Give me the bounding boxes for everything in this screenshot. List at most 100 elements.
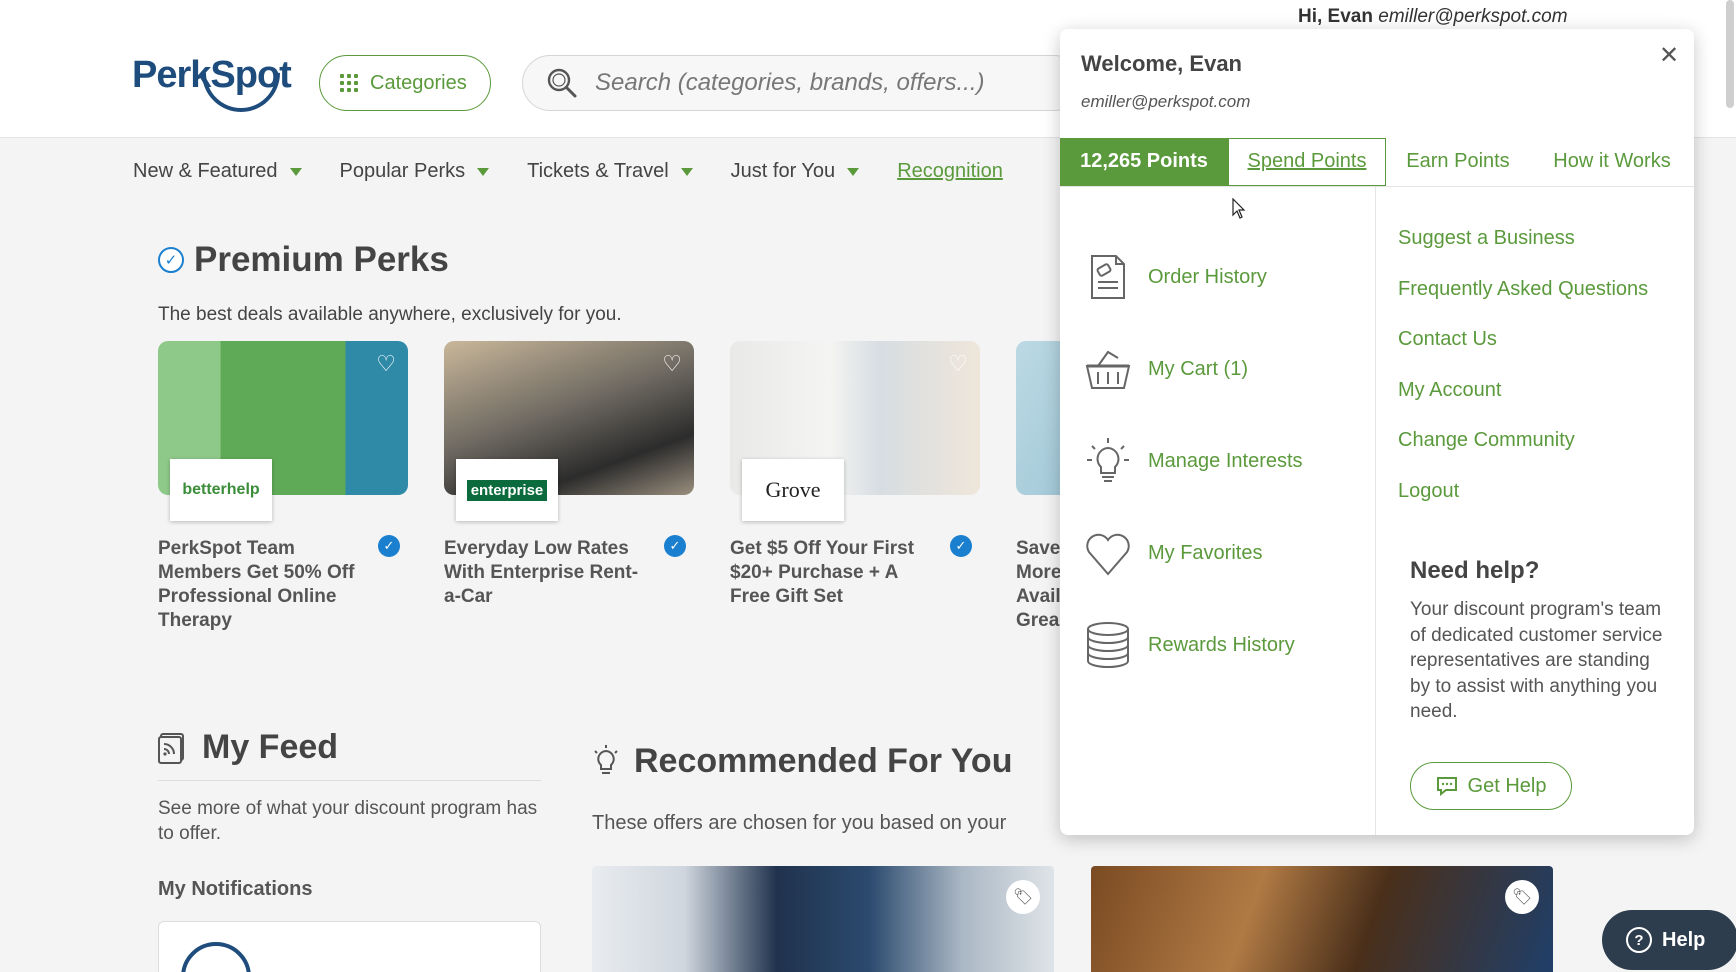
feed-icon	[158, 732, 184, 764]
recommended-card-scrubs[interactable]: 🏷	[592, 866, 1054, 972]
check-badge-icon: ✓	[158, 247, 184, 273]
contact-us-link[interactable]: Contact Us	[1398, 328, 1648, 379]
nav-popular-perks[interactable]: Popular Perks	[340, 160, 490, 183]
account-menu-left: Order History My Cart (1) Manage Interes…	[1084, 231, 1303, 691]
search-input[interactable]	[595, 69, 1055, 97]
main-nav: New & Featured Popular Perks Tickets & T…	[133, 160, 1003, 183]
mouse-cursor-icon	[1232, 198, 1246, 219]
verified-check-icon: ✓	[950, 535, 972, 557]
how-it-works-tab[interactable]: How it Works	[1530, 138, 1694, 186]
help-button-label: Help	[1662, 928, 1706, 951]
tag-icon[interactable]: 🏷	[1006, 880, 1040, 914]
account-dropdown: Welcome, Evan emiller@perkspot.com ✕ 12,…	[1060, 29, 1694, 835]
basket-icon	[1085, 350, 1131, 389]
nav-just-for-you[interactable]: Just for You	[731, 160, 860, 183]
categories-label: Categories	[370, 71, 467, 94]
menu-label: Order History	[1148, 265, 1267, 288]
greeting-email: emiller@perkspot.com	[1378, 6, 1568, 27]
my-feed-title: My Feed	[202, 728, 339, 766]
question-icon: ?	[1626, 927, 1652, 953]
divider	[1375, 187, 1376, 835]
heart-icon[interactable]: ♡	[662, 353, 682, 375]
perk-title: Get $5 Off Your First $20+ Purchase + A …	[730, 538, 915, 607]
menu-label: Manage Interests	[1148, 449, 1303, 472]
help-button[interactable]: ? Help	[1602, 910, 1736, 970]
perk-card-enterprise[interactable]: ♡ enterprise ✓ Everyday Low Rates With E…	[444, 341, 694, 609]
my-account-link[interactable]: My Account	[1398, 379, 1648, 430]
verified-check-icon: ✓	[664, 535, 686, 557]
coins-stack-icon	[1087, 622, 1129, 668]
lightbulb-icon	[1087, 438, 1129, 482]
heart-icon[interactable]: ♡	[376, 353, 396, 375]
menu-order-history[interactable]: Order History	[1084, 231, 1303, 323]
faq-link[interactable]: Frequently Asked Questions	[1398, 278, 1648, 329]
receipt-icon	[1091, 255, 1125, 299]
search-icon	[547, 68, 577, 98]
earn-points-tab[interactable]: Earn Points	[1386, 138, 1530, 186]
nav-new-featured[interactable]: New & Featured	[133, 160, 302, 183]
need-help-title: Need help?	[1410, 557, 1540, 584]
notifications-heading: My Notifications	[158, 878, 313, 900]
perk-title: PerkSpot Team Members Get 50% Off Profes…	[158, 538, 355, 631]
perkspot-logo[interactable]: PerkSpot	[130, 17, 297, 129]
perk-title: Everyday Low Rates With Enterprise Rent-…	[444, 538, 639, 607]
welcome-text: Welcome, Evan	[1081, 51, 1242, 76]
recommended-heading: Recommended For You	[592, 742, 1012, 781]
get-help-label: Get Help	[1467, 774, 1547, 797]
brand-logo: enterprise	[456, 459, 558, 521]
search-bar[interactable]	[522, 55, 1082, 111]
logo-text: PerkSpot	[132, 54, 292, 96]
notification-card[interactable]	[158, 921, 541, 972]
account-email: emiller@perkspot.com	[1081, 92, 1251, 111]
menu-rewards-history[interactable]: Rewards History	[1084, 599, 1303, 691]
recommended-title: Recommended For You	[634, 742, 1013, 780]
nav-recognition-link[interactable]: Recognition	[897, 160, 1003, 183]
page-scrollbar[interactable]	[1726, 0, 1734, 108]
brand-logo: Grove	[742, 459, 844, 521]
heart-icon	[1086, 533, 1130, 576]
change-community-link[interactable]: Change Community	[1398, 429, 1648, 480]
premium-perks-subtitle: The best deals available anywhere, exclu…	[158, 304, 622, 325]
divider	[158, 780, 541, 781]
nav-label: New & Featured	[133, 160, 278, 182]
spend-points-tab[interactable]: Spend Points	[1228, 137, 1386, 186]
nav-label: Just for You	[730, 160, 836, 182]
caret-down-icon	[477, 167, 490, 176]
perk-card-grove[interactable]: ♡ Grove ✓ Get $5 Off Your First $20+ Pur…	[730, 341, 980, 609]
caret-down-icon	[847, 167, 860, 176]
heart-icon[interactable]: ♡	[948, 353, 968, 375]
menu-manage-interests[interactable]: Manage Interests	[1084, 415, 1303, 507]
my-feed-heading: My Feed	[158, 728, 338, 767]
logout-link[interactable]: Logout	[1398, 480, 1648, 531]
menu-my-favorites[interactable]: My Favorites	[1084, 507, 1303, 599]
tag-icon[interactable]: 🏷	[1505, 880, 1539, 914]
close-icon[interactable]: ✕	[1656, 43, 1682, 69]
lightbulb-icon	[594, 744, 618, 774]
my-feed-subtitle: See more of what your discount program h…	[158, 798, 538, 844]
avatar	[181, 942, 251, 972]
nav-label: Tickets & Travel	[527, 160, 669, 182]
nav-tickets-travel[interactable]: Tickets & Travel	[527, 160, 693, 183]
need-help-section: Need help? Your discount program's team …	[1410, 557, 1670, 725]
user-greeting: Hi, Evan emiller@perkspot.com	[1298, 6, 1568, 28]
greeting-name: Hi, Evan	[1298, 6, 1373, 27]
points-tabs: 12,265 Points Spend Points Earn Points H…	[1060, 137, 1694, 187]
account-menu-right: Suggest a Business Frequently Asked Ques…	[1398, 227, 1648, 530]
premium-perks-title: Premium Perks	[194, 240, 449, 279]
verified-check-icon: ✓	[378, 535, 400, 557]
perk-card-betterhelp[interactable]: ♡ betterhelp ✓ PerkSpot Team Members Get…	[158, 341, 408, 633]
menu-label: Rewards History	[1148, 633, 1295, 656]
points-balance-tab[interactable]: 12,265 Points	[1060, 137, 1228, 186]
menu-my-cart[interactable]: My Cart (1)	[1084, 323, 1303, 415]
get-help-button[interactable]: Get Help	[1410, 762, 1572, 810]
nav-label: Popular Perks	[339, 160, 466, 182]
suggest-business-link[interactable]: Suggest a Business	[1398, 227, 1648, 278]
menu-label: My Cart (1)	[1148, 357, 1248, 380]
recommended-card-pet[interactable]: 🏷	[1091, 866, 1553, 972]
categories-button[interactable]: Categories	[319, 55, 491, 111]
grid-icon	[340, 74, 358, 92]
chat-icon	[1436, 777, 1457, 796]
need-help-body: Your discount program's team of dedicate…	[1410, 599, 1663, 722]
caret-down-icon	[680, 167, 693, 176]
brand-logo-text: enterprise	[466, 479, 548, 501]
